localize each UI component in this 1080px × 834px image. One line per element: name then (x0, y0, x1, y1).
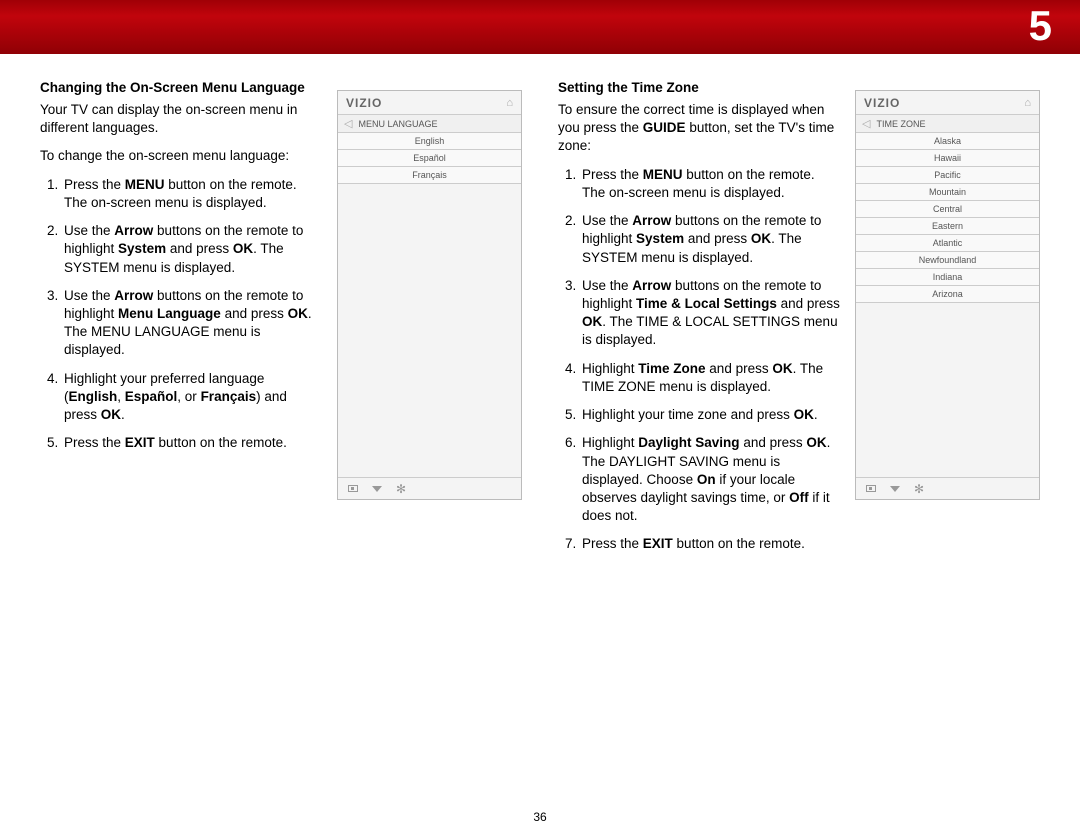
right-step-7: Press the EXIT button on the remote. (580, 535, 841, 553)
tv-menu-title: MENU LANGUAGE (358, 119, 437, 129)
left-intro-2: To change the on-screen menu language: (40, 147, 323, 165)
tv-header: VIZIO ⌂ (856, 91, 1039, 115)
right-step-6: Highlight Daylight Saving and press OK. … (580, 434, 841, 525)
left-text: Changing the On-Screen Menu Language You… (40, 80, 323, 564)
tv-logo: VIZIO (346, 96, 382, 110)
home-icon: ⌂ (1024, 97, 1031, 109)
right-text: Setting the Time Zone To ensure the corr… (558, 80, 841, 564)
home-icon: ⌂ (506, 97, 513, 109)
tv-menu-item: Central (856, 201, 1039, 218)
back-arrow-icon: ◁ (344, 117, 352, 130)
left-step-2: Use the Arrow buttons on the remote to h… (62, 222, 323, 277)
gear-icon (396, 483, 406, 495)
tv-menu-item: Indiana (856, 269, 1039, 286)
gear-icon (914, 483, 924, 495)
wide-icon (348, 485, 358, 492)
left-step-5: Press the EXIT button on the remote. (62, 434, 323, 452)
right-column: Setting the Time Zone To ensure the corr… (558, 80, 1040, 564)
tv-menu-item: Hawaii (856, 150, 1039, 167)
chapter-banner: 5 (0, 0, 1080, 54)
tv-menu-title: TIME ZONE (876, 119, 925, 129)
tv-menu-item: Français (338, 167, 521, 184)
page-number: 36 (0, 810, 1080, 824)
tv-menu-item: Español (338, 150, 521, 167)
tv-header: VIZIO ⌂ (338, 91, 521, 115)
right-heading: Setting the Time Zone (558, 80, 841, 95)
right-step-3: Use the Arrow buttons on the remote to h… (580, 277, 841, 350)
right-step-4: Highlight Time Zone and press OK. The TI… (580, 360, 841, 396)
page-content: Changing the On-Screen Menu Language You… (40, 80, 1040, 564)
chevron-down-icon (372, 486, 382, 492)
back-arrow-icon: ◁ (862, 117, 870, 130)
tv-logo: VIZIO (864, 96, 900, 110)
left-step-1: Press the MENU button on the remote. The… (62, 176, 323, 212)
left-steps: Press the MENU button on the remote. The… (40, 176, 323, 453)
tv-menu-item: Newfoundland (856, 252, 1039, 269)
tv-menu-title-row: ◁ MENU LANGUAGE (338, 115, 521, 133)
tv-footer (856, 477, 1039, 499)
wide-icon (866, 485, 876, 492)
tv-menu-item: Pacific (856, 167, 1039, 184)
right-intro: To ensure the correct time is displayed … (558, 101, 841, 156)
left-column: Changing the On-Screen Menu Language You… (40, 80, 522, 564)
tv-menu-item: Alaska (856, 133, 1039, 150)
tv-menu-item: Eastern (856, 218, 1039, 235)
left-heading: Changing the On-Screen Menu Language (40, 80, 323, 95)
right-step-2: Use the Arrow buttons on the remote to h… (580, 212, 841, 267)
tv-menu-item: Mountain (856, 184, 1039, 201)
left-step-4: Highlight your preferred language (Engli… (62, 370, 323, 425)
left-intro-1: Your TV can display the on-screen menu i… (40, 101, 323, 137)
right-step-1: Press the MENU button on the remote. The… (580, 166, 841, 202)
tv-menu-item: English (338, 133, 521, 150)
left-step-3: Use the Arrow buttons on the remote to h… (62, 287, 323, 360)
tv-menu-language: VIZIO ⌂ ◁ MENU LANGUAGE English Español … (337, 90, 522, 500)
right-step-5: Highlight your time zone and press OK. (580, 406, 841, 424)
tv-menu-title-row: ◁ TIME ZONE (856, 115, 1039, 133)
chapter-number: 5 (1029, 0, 1052, 52)
tv-menu-item: Atlantic (856, 235, 1039, 252)
tv-footer (338, 477, 521, 499)
tv-menu-item: Arizona (856, 286, 1039, 303)
tv-menu-timezone: VIZIO ⌂ ◁ TIME ZONE Alaska Hawaii Pacifi… (855, 90, 1040, 500)
chevron-down-icon (890, 486, 900, 492)
right-steps: Press the MENU button on the remote. The… (558, 166, 841, 554)
